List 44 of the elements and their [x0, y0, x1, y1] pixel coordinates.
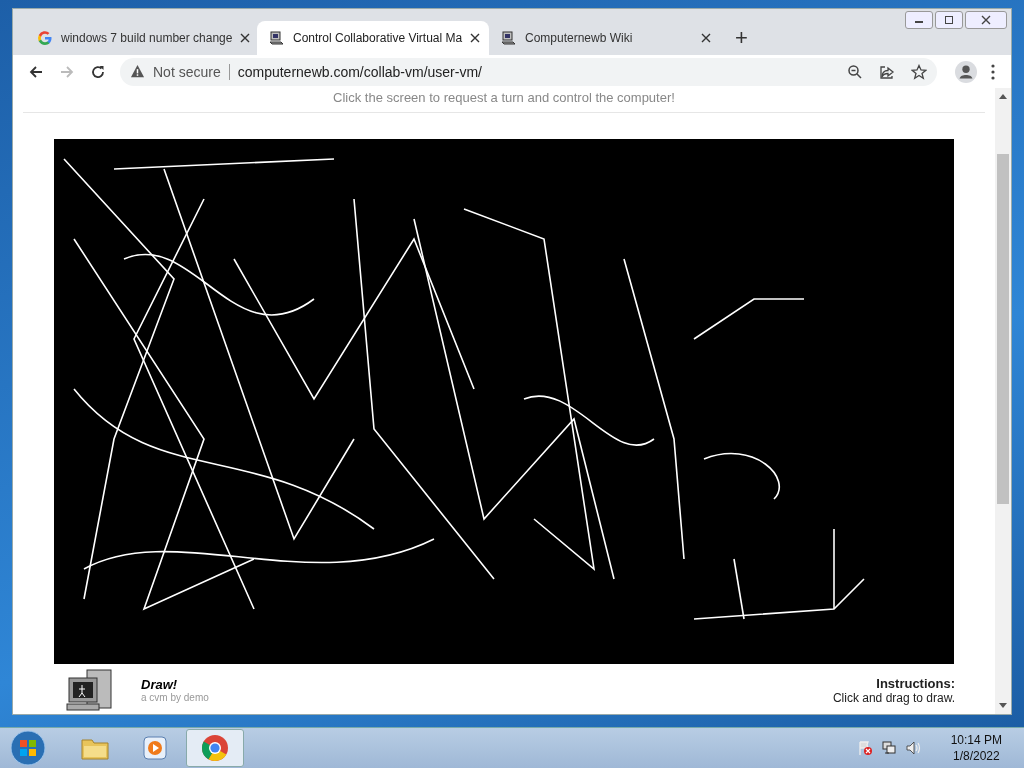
network-icon[interactable] — [880, 740, 897, 756]
browser-tab[interactable]: windows 7 build number change — [25, 21, 257, 55]
vm-title: Draw! — [141, 677, 179, 692]
new-tab-button[interactable]: + — [735, 27, 748, 49]
maximize-button[interactable] — [935, 11, 963, 29]
close-icon[interactable] — [470, 33, 481, 43]
url-text: computernewb.com/collab-vm/user-vm/ — [237, 63, 483, 80]
warning-icon — [130, 64, 145, 79]
scroll-down-arrow-icon[interactable] — [999, 703, 1007, 709]
scrollbar[interactable] — [995, 88, 1011, 714]
clock-time: 10:14 PM — [950, 732, 1002, 748]
media-player-icon — [140, 734, 170, 762]
close-icon — [981, 15, 991, 25]
profile-icon[interactable] — [955, 60, 977, 83]
menu-icon[interactable] — [991, 63, 995, 80]
vm-screen-drawing[interactable] — [54, 139, 954, 664]
instructions-heading: Instructions: — [876, 675, 955, 691]
security-label: Not secure — [153, 63, 230, 80]
browser-tab[interactable]: Control Collaborative Virtual Ma — [257, 21, 489, 55]
close-icon[interactable] — [701, 33, 711, 43]
google-logo-icon — [37, 30, 53, 46]
browser-tab[interactable]: Computernewb Wiki — [489, 21, 721, 55]
address-bar[interactable]: Not secure computernewb.com/collab-vm/user-vm/ — [120, 57, 937, 86]
taskbar-button[interactable] — [186, 729, 244, 767]
vm-subtitle: a cvm by demo — [141, 692, 209, 703]
instructions-text: Click and drag to draw. — [832, 690, 955, 705]
volume-icon[interactable] — [904, 740, 921, 756]
close-button[interactable] — [965, 11, 1007, 29]
close-icon[interactable] — [240, 33, 251, 43]
zoom-out-icon[interactable] — [847, 63, 863, 80]
minimize-button[interactable] — [905, 11, 933, 29]
reload-icon[interactable] — [90, 63, 106, 80]
star-icon[interactable] — [911, 63, 927, 80]
computer-icon — [501, 30, 517, 46]
clock-date: 1/8/2022 — [952, 748, 1000, 764]
scroll-up-arrow-icon[interactable] — [999, 93, 1007, 99]
action-center-flag-icon[interactable] — [856, 740, 873, 756]
start-button[interactable] — [10, 730, 46, 766]
computer-icon — [269, 30, 285, 46]
maximize-icon — [944, 15, 954, 25]
back-arrow-icon[interactable] — [28, 63, 44, 80]
notice-text: Click the screen to request a turn and control the computer! — [332, 90, 676, 105]
share-icon[interactable] — [879, 63, 895, 80]
chrome-logo-icon — [200, 733, 230, 763]
